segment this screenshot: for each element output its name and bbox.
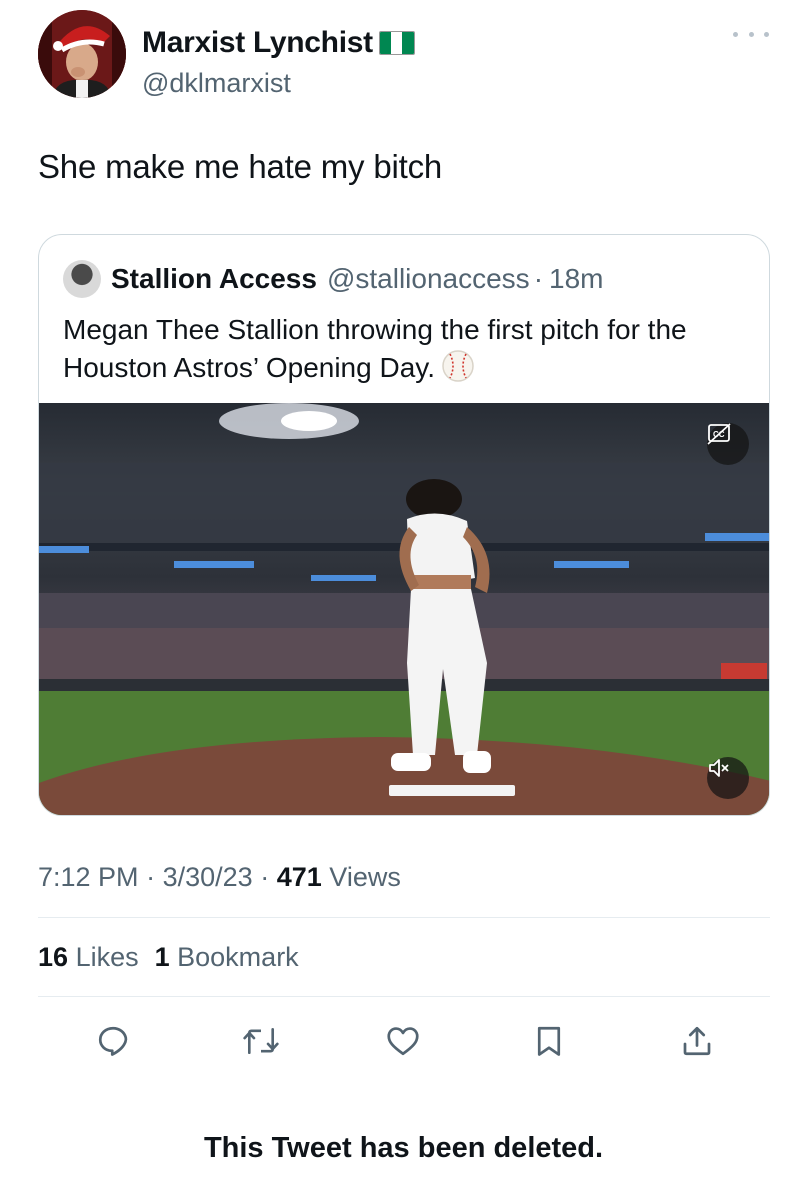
deleted-tweet-notice: This Tweet has been deleted. [203, 1132, 604, 1164]
likes-stat[interactable]: 16 Likes [38, 942, 139, 973]
quoted-author-name: Stallion Access [111, 263, 317, 294]
quoted-avatar [63, 260, 101, 298]
stadium-scene [39, 403, 769, 815]
quoted-tweet-header: Stallion Access @stallionaccess · 18m [63, 259, 603, 299]
author-handle[interactable]: @dklmarxist [142, 68, 291, 99]
tweet-date[interactable]: 3/30/23 [163, 862, 253, 892]
action-bar [0, 1016, 807, 1066]
more-options-icon[interactable] [733, 28, 769, 40]
meta-separator: · [260, 862, 270, 892]
closed-captions-icon[interactable]: CC [707, 423, 749, 465]
bookmarks-count: 1 [154, 942, 170, 972]
retweet-icon[interactable] [236, 1016, 286, 1066]
meta-separator: · [146, 862, 156, 892]
likes-label: Likes [75, 942, 139, 972]
views-count: 471 [276, 862, 322, 892]
quoted-author-handle: @stallionaccess [326, 263, 530, 294]
tweet-text: She make me hate my bitch [38, 148, 443, 185]
quoted-text: Megan Thee Stallion throwing the first p… [63, 314, 687, 383]
muted-speaker-icon[interactable] [707, 757, 749, 799]
tweet-time[interactable]: 7:12 PM [38, 862, 139, 892]
quoted-tweet[interactable]: Stallion Access @stallionaccess · 18m Me… [38, 234, 770, 816]
reply-icon[interactable] [88, 1016, 138, 1066]
divider [38, 917, 770, 918]
tweet-meta: 7:12 PM · 3/30/23 · 471 Views [38, 862, 401, 893]
author-avatar[interactable] [38, 10, 126, 98]
likes-count: 16 [38, 942, 69, 972]
author-name[interactable]: Marxist Lynchist [142, 26, 415, 60]
tweet-stats: 16 Likes 1 Bookmark [38, 942, 299, 973]
bookmark-icon[interactable] [524, 1016, 574, 1066]
author-name-text: Marxist Lynchist [142, 26, 373, 59]
baseball-icon [441, 349, 475, 393]
views-label: Views [329, 862, 401, 892]
bookmarks-label: Bookmark [177, 942, 299, 972]
quoted-timestamp: 18m [549, 263, 604, 294]
quoted-tweet-text: Megan Thee Stallion throwing the first p… [63, 311, 743, 393]
like-icon[interactable] [378, 1016, 428, 1066]
share-icon[interactable] [672, 1016, 722, 1066]
bookmarks-stat[interactable]: 1 Bookmark [155, 942, 299, 973]
nigeria-flag-icon [378, 31, 415, 55]
quoted-video[interactable]: CC [39, 403, 769, 815]
quoted-separator: · [533, 263, 544, 294]
tweet-author: Marxist Lynchist @dklmarxist [38, 10, 773, 102]
divider [38, 996, 770, 997]
